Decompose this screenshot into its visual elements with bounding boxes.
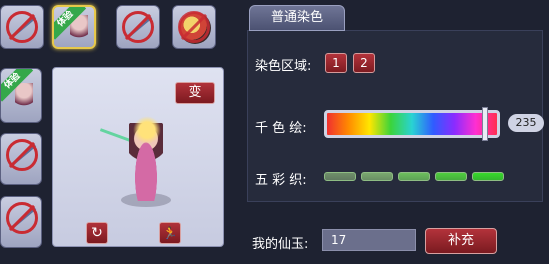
dye-region-label: 染色区域: (255, 59, 312, 74)
not-available-icon (178, 11, 210, 43)
character-halo (133, 116, 161, 144)
item-slot-6[interactable] (0, 133, 42, 185)
action-icon[interactable]: 🏃 (159, 222, 181, 244)
jade-label: 我的仙玉: (252, 237, 309, 252)
hue-label: 千 色 绘: (255, 121, 307, 136)
saturation-segment-4[interactable] (435, 172, 467, 181)
saturation-segment-3[interactable] (398, 172, 430, 181)
transform-button[interactable]: 变 (175, 82, 215, 104)
item-slot-5[interactable]: 体验 (0, 68, 42, 123)
rotate-icon[interactable]: ↻ (86, 222, 108, 244)
hue-slider-handle[interactable] (482, 107, 489, 141)
saturation-label: 五 彩 织: (255, 173, 307, 188)
dye-region-2-button[interactable]: 2 (353, 53, 375, 73)
item-slot-1[interactable] (0, 5, 44, 49)
item-slot-7[interactable] (0, 196, 42, 248)
item-slot-4[interactable] (172, 5, 216, 49)
recharge-button[interactable]: 补充 (425, 228, 497, 254)
saturation-segment-2[interactable] (361, 172, 393, 181)
hue-value: 235 (508, 114, 544, 132)
saturation-segment-5[interactable] (472, 172, 504, 181)
character-preview[interactable]: 变 ↻ 🏃 (52, 67, 224, 247)
not-available-icon (6, 202, 38, 234)
not-available-icon (6, 139, 38, 171)
item-slot-3[interactable] (116, 5, 160, 49)
outfit-thumbnail (15, 83, 33, 113)
tab-normal-dye[interactable]: 普通染色 (249, 5, 345, 31)
jade-amount-field: 17 (322, 229, 416, 251)
saturation-segment-1[interactable] (324, 172, 356, 181)
not-available-icon (122, 11, 154, 43)
not-available-icon (6, 11, 38, 43)
item-slot-2-selected[interactable]: 体验 (52, 5, 96, 49)
hue-slider-track[interactable] (324, 110, 500, 138)
dye-region-1-button[interactable]: 1 (325, 53, 347, 73)
